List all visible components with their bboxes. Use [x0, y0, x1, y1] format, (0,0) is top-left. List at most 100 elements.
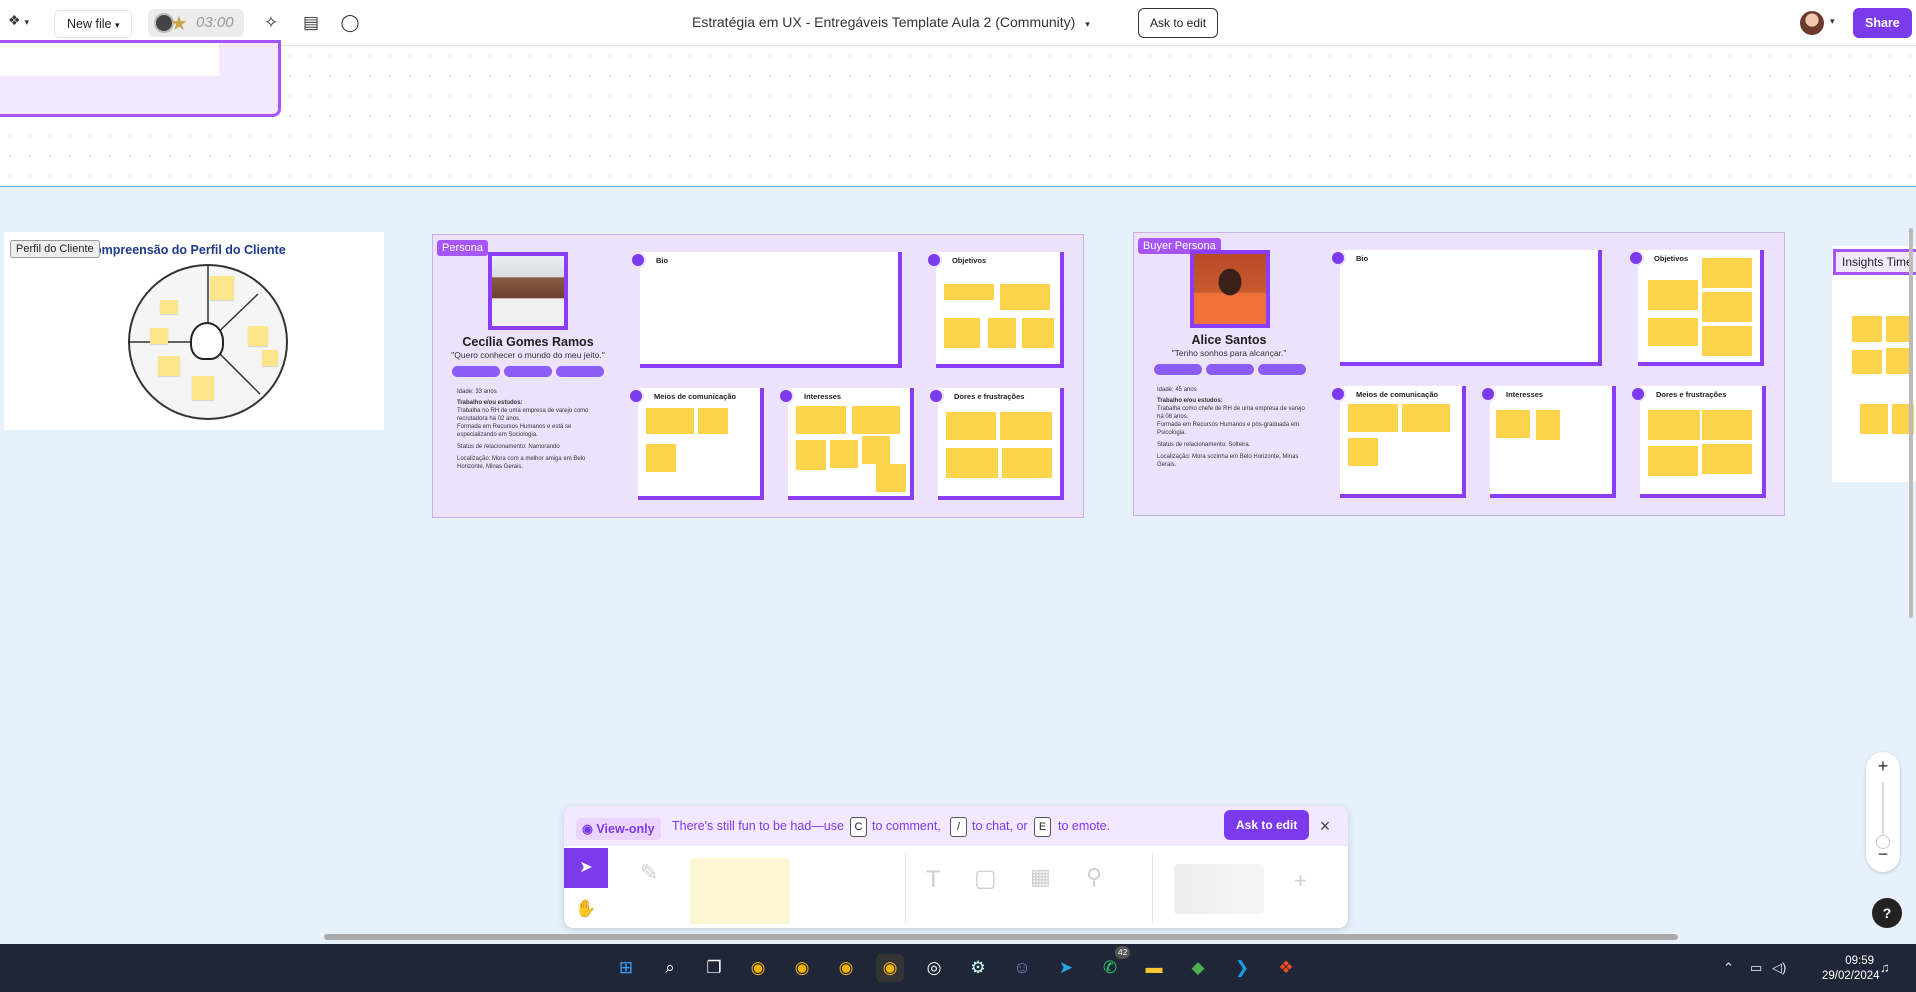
vscode-icon[interactable]: ❯ [1228, 954, 1256, 982]
persona-work-item: Trabalha no RH de uma empresa de varejo … [457, 408, 589, 422]
upper-frame[interactable] [0, 40, 281, 117]
buyer-details: Idade: 45 anos Trabalho e/ou estudos: Tr… [1157, 386, 1307, 469]
perfil-frame-label[interactable]: Perfil do Cliente [10, 240, 100, 258]
buyer-chip [1258, 364, 1306, 375]
chrome-icon[interactable]: ◉ [788, 954, 816, 982]
buyer-bio-card[interactable]: Bio [1330, 250, 1602, 366]
tray-chevron-icon[interactable]: ⌃ [1723, 960, 1734, 976]
volume-icon[interactable]: ◁) [1772, 960, 1786, 976]
comment-icon[interactable]: ◯ [339, 12, 361, 34]
user-avatar[interactable] [1800, 11, 1824, 35]
file-explorer-icon[interactable]: ▬ [1140, 954, 1168, 982]
megaphone-icon [1330, 386, 1346, 402]
buyer-interesses-card[interactable]: Interesses [1480, 386, 1616, 498]
card-title: Bio [656, 256, 669, 265]
notification-bell-icon[interactable]: ♫ [1880, 960, 1890, 975]
eye-icon: ◉ [582, 822, 593, 836]
toolbar-divider [1152, 852, 1153, 924]
sticky-note [944, 284, 994, 300]
move-tool-button[interactable]: ➤ [564, 848, 608, 888]
document-title-text: Estratégia em UX - Entregáveis Template … [692, 14, 1076, 30]
discord-icon[interactable]: ☺ [1008, 954, 1036, 982]
chrome-icon[interactable]: ◉ [832, 954, 860, 982]
figma-icon[interactable]: ❖ [1272, 954, 1300, 982]
card-title: Meios de comunicação [1356, 390, 1439, 399]
bio-icon [1330, 250, 1346, 266]
sticky-note [158, 356, 180, 376]
pen-tool-icon: ✎ [640, 860, 659, 885]
ask-to-edit-button[interactable]: Ask to edit [1138, 8, 1219, 38]
persona-work-heading: Trabalho e/ou estudos: [457, 400, 523, 406]
main-menu-button[interactable]: ❖ ▾ [8, 12, 40, 34]
persona-frame-label[interactable]: Persona [437, 240, 488, 256]
target-icon [926, 252, 942, 268]
timer-widget[interactable]: ★ 03:00 [148, 9, 244, 37]
sticky-note [1002, 448, 1052, 478]
zoom-in-button[interactable]: + [1866, 756, 1900, 777]
app-green-icon[interactable]: ◆ [1184, 954, 1212, 982]
buyer-name: Alice Santos [1191, 333, 1267, 347]
sticky-note [646, 444, 676, 472]
banner-text: to emote. [1058, 819, 1111, 833]
canvas-dotted-area[interactable] [0, 46, 1916, 186]
task-view-icon[interactable]: ❐ [700, 954, 728, 982]
clock[interactable]: 09:59 29/02/2024 [1822, 954, 1880, 984]
plus-icon: + [1294, 868, 1307, 893]
persona-dores-card[interactable]: Dores e frustrações [928, 388, 1064, 500]
windows-start-icon[interactable]: ⊞ [612, 954, 640, 982]
target-icon [1628, 250, 1644, 266]
insights-frame-label[interactable]: Insights Time [1833, 249, 1916, 275]
new-file-button[interactable]: New file ▾ [54, 10, 133, 38]
persona-relationship: Status de relacionamento: Namorando [457, 444, 560, 450]
persona-objetivos-card[interactable]: Objetivos [926, 252, 1064, 368]
vertical-scrollbar[interactable] [1909, 228, 1913, 618]
help-button[interactable]: ? [1872, 898, 1902, 928]
key-slash: / [950, 817, 967, 837]
chevron-down-icon[interactable]: ▾ [1830, 16, 1835, 27]
telegram-icon[interactable]: ➤ [1052, 954, 1080, 982]
card-title: Interesses [1506, 390, 1544, 399]
view-only-banner: ◉ View-only There's still fun to be had—… [564, 806, 1348, 846]
clock-date: 29/02/2024 [1822, 970, 1880, 982]
search-icon[interactable]: ⌕ [656, 954, 684, 982]
text-tool-icon: T [926, 866, 941, 893]
zoom-out-button[interactable]: − [1866, 844, 1900, 865]
card-title: Bio [1356, 254, 1369, 263]
sticky-note [1852, 350, 1882, 374]
key-c: C [850, 817, 867, 837]
steam-icon[interactable]: ⚙ [964, 954, 992, 982]
buyer-work-item: Formada em Recursos Humanos e pós-gradua… [1157, 422, 1300, 436]
chrome-icon[interactable]: ◉ [744, 954, 772, 982]
sticky-note [862, 436, 890, 464]
share-button[interactable]: Share [1853, 8, 1912, 38]
sticky-note [192, 376, 214, 400]
chrome-active-icon[interactable]: ◉ [876, 954, 904, 982]
ai-sparkle-icon[interactable]: ✧ [260, 12, 282, 34]
drop-icon [1630, 386, 1646, 402]
sticky-note [796, 406, 846, 434]
horizontal-scrollbar[interactable] [324, 934, 1678, 940]
network-icon[interactable]: ▭ [1750, 960, 1762, 976]
sticky-note [646, 408, 694, 434]
layout-panel-icon[interactable]: ▤ [300, 12, 322, 34]
close-icon[interactable]: × [1315, 816, 1335, 836]
obs-icon[interactable]: ◎ [920, 954, 948, 982]
buyer-photo [1190, 250, 1270, 328]
sticky-note [1000, 412, 1052, 440]
zoom-slider-track[interactable] [1882, 782, 1884, 840]
interest-icon [778, 388, 794, 404]
persona-bio-card[interactable]: Bio [630, 252, 902, 368]
view-only-label: View-only [596, 822, 655, 836]
upper-frame-inner [0, 43, 219, 76]
head-icon [190, 322, 224, 360]
table-tool-icon: ▦ [1030, 864, 1051, 889]
sticky-note [1648, 280, 1698, 310]
buyer-dores-card[interactable]: Dores e frustrações [1630, 386, 1766, 498]
buyer-work-heading: Trabalho e/ou estudos: [1157, 398, 1223, 404]
hand-tool-button[interactable]: ✋ [564, 890, 608, 928]
document-title[interactable]: Estratégia em UX - Entregáveis Template … [692, 14, 1090, 30]
persona-location: Localização: Mora com a melhor amiga em … [457, 456, 586, 470]
perfil-title: ompreensão do Perfil do Cliente [94, 243, 286, 257]
sticky-note [1536, 410, 1560, 440]
ask-to-edit-banner-button[interactable]: Ask to edit [1224, 810, 1310, 840]
